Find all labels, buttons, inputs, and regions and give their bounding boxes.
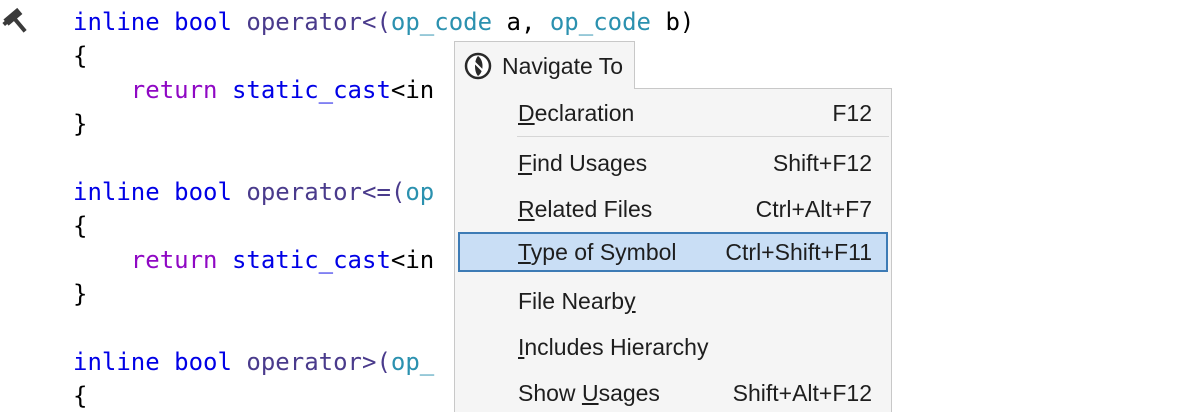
code-token: inline xyxy=(73,348,160,376)
menu-item-label: Find Usages xyxy=(518,150,648,176)
code-line[interactable]: { xyxy=(73,209,87,243)
code-token: operator>( xyxy=(246,348,391,376)
menu-item-shortcut: Shift+Alt+F12 xyxy=(732,380,872,406)
menu-item-shortcut: Shift+F12 xyxy=(772,150,872,176)
code-token: operator<=( xyxy=(246,178,406,206)
code-token: op xyxy=(405,178,435,206)
code-token: return xyxy=(130,246,218,274)
code-token: op_code xyxy=(390,8,493,36)
menu-item-label: Type of Symbol xyxy=(518,239,677,265)
code-token: a, xyxy=(492,8,550,36)
menu-item-label: Related Files xyxy=(518,196,653,222)
code-token: inline xyxy=(73,178,160,206)
menu-item-label: Show Usages xyxy=(518,380,660,406)
navigate-to-menu[interactable]: Declaration F12 Find Usages Shift+F12 Re… xyxy=(454,88,892,412)
hammer-icon[interactable] xyxy=(2,6,32,38)
code-token: return xyxy=(130,76,218,104)
code-line[interactable]: { xyxy=(73,379,87,412)
code-token: } xyxy=(73,110,88,138)
code-line[interactable]: } xyxy=(73,107,87,141)
code-token: bool xyxy=(174,348,232,376)
menu-separator xyxy=(517,136,889,137)
menu-item-shortcut: Ctrl+Shift+F11 xyxy=(725,239,872,265)
code-token: static_cast xyxy=(231,76,391,104)
code-line[interactable]: inline bool operator>(op_ xyxy=(73,345,434,379)
resharper-navigate-icon xyxy=(464,52,492,80)
code-line[interactable]: } xyxy=(73,277,87,311)
code-editor[interactable]: inline bool operator<(op_code a, op_code… xyxy=(0,0,1200,412)
code-token: bool xyxy=(174,8,232,36)
menu-item-shortcut: F12 xyxy=(832,100,872,126)
menu-item-find-usages[interactable]: Find Usages Shift+F12 xyxy=(458,143,888,183)
code-token: { xyxy=(73,212,88,240)
code-token: operator<( xyxy=(246,8,391,36)
code-line[interactable]: inline bool operator<(op_code a, op_code… xyxy=(73,5,694,39)
code-token: <in xyxy=(390,76,435,104)
menu-item-includes-hierarchy[interactable]: Includes Hierarchy xyxy=(458,327,888,367)
menu-item-label: Includes Hierarchy xyxy=(518,334,709,360)
code-line[interactable]: inline bool operator<=(op xyxy=(73,175,434,209)
menu-item-related-files[interactable]: Related Files Ctrl+Alt+F7 xyxy=(458,189,888,229)
menu-item-file-nearby[interactable]: File Nearby xyxy=(458,281,888,321)
code-token: { xyxy=(73,42,88,70)
code-token: b) xyxy=(651,8,695,36)
code-token: <in xyxy=(390,246,435,274)
menu-item-declaration[interactable]: Declaration F12 xyxy=(458,93,888,133)
menu-item-show-usages[interactable]: Show Usages Shift+Alt+F12 xyxy=(458,373,888,412)
code-token: inline xyxy=(73,8,160,36)
code-token: bool xyxy=(174,178,232,206)
code-token: static_cast xyxy=(231,246,391,274)
navigate-to-header: Navigate To xyxy=(454,41,635,89)
menu-item-label: File Nearby xyxy=(518,288,636,314)
code-token: } xyxy=(73,280,88,308)
menu-item-shortcut: Ctrl+Alt+F7 xyxy=(755,196,872,222)
code-token: op_ xyxy=(390,348,435,376)
code-token: op_code xyxy=(549,8,652,36)
menu-item-label: Declaration xyxy=(518,100,635,126)
code-token: { xyxy=(73,382,88,410)
navigate-to-title: Navigate To xyxy=(502,53,624,79)
code-line[interactable]: { xyxy=(73,39,87,73)
code-line[interactable]: return static_cast<in xyxy=(73,243,434,277)
menu-item-type-of-symbol[interactable]: Type of Symbol Ctrl+Shift+F11 xyxy=(458,232,888,272)
code-line[interactable]: return static_cast<in xyxy=(73,73,434,107)
